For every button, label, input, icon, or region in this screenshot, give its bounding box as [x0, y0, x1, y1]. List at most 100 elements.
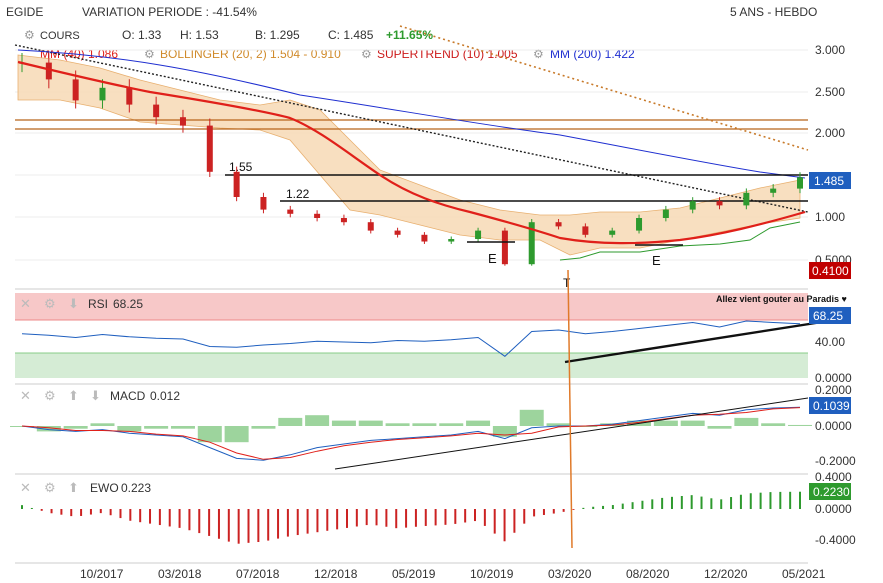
- gear-icon[interactable]: ⚙: [144, 47, 155, 61]
- gear-icon[interactable]: ⚙: [361, 47, 372, 61]
- arrow-down-icon[interactable]: ⬇: [90, 388, 101, 403]
- level-122-label: 1.22: [286, 187, 310, 201]
- candle: [421, 234, 428, 242]
- rsi-tick: 40.00: [815, 335, 845, 349]
- candle: [394, 230, 401, 235]
- close-value: C: 1.485: [328, 28, 374, 42]
- candle: [770, 188, 777, 193]
- legend-supertrend[interactable]: SUPERTREND (10) 1.005: [377, 47, 518, 61]
- arrow-up-icon[interactable]: ⬆: [68, 388, 79, 403]
- candle: [797, 177, 803, 189]
- price-badge-value: 1.485: [814, 174, 844, 188]
- candle: [126, 87, 133, 105]
- macd-title: MACD: [110, 389, 146, 403]
- ewo-title-value: 0.223: [121, 481, 151, 495]
- rsi-line: [21, 320, 801, 357]
- macd-hist-bar: [788, 424, 812, 426]
- x-tick-label: 07/2018: [236, 567, 280, 581]
- macd-line: [21, 406, 801, 461]
- candle: [260, 197, 267, 210]
- candle: [475, 230, 482, 239]
- legend-mm200[interactable]: MM (200) 1.422: [550, 47, 635, 61]
- e-right-label: E: [652, 253, 661, 268]
- arrow-down-icon[interactable]: ⬇: [68, 296, 79, 311]
- macd-tick: 0.2000: [815, 383, 852, 397]
- close-icon[interactable]: ✕: [20, 388, 31, 403]
- rsi-badge-value: 68.25: [813, 309, 843, 323]
- candle: [555, 222, 562, 227]
- x-tick-label: 03/2020: [548, 567, 592, 581]
- ewo-histogram: [21, 491, 801, 544]
- candle: [582, 226, 589, 235]
- macd-hist-bar: [251, 426, 276, 429]
- close-icon[interactable]: ✕: [20, 296, 31, 311]
- x-tick-label: 05/2021: [782, 567, 826, 581]
- macd-hist-bar: [305, 415, 330, 426]
- candle: [743, 192, 750, 206]
- macd-title-value: 0.012: [150, 389, 180, 403]
- close-icon[interactable]: ✕: [20, 480, 31, 495]
- macd-hist-bar: [63, 426, 88, 429]
- macd-hist-bar: [680, 420, 705, 426]
- ewo-title: EWO: [90, 481, 119, 495]
- x-tick-label: 12/2018: [314, 567, 358, 581]
- macd-hist-bar: [412, 423, 437, 426]
- x-tick-label: 10/2019: [470, 567, 514, 581]
- macd-tick: 0.0000: [815, 419, 852, 433]
- legend-cours[interactable]: COURS: [40, 30, 80, 42]
- legend-bollinger[interactable]: BOLLINGER (20, 2) 1.504 - 0.910: [160, 47, 341, 61]
- price-axis: 3.000 2.500 2.000 1.000 0.5000: [815, 43, 852, 267]
- rsi-oversold-zone: [15, 353, 808, 378]
- period-label: 5 ANS - HEBDO: [730, 5, 817, 19]
- low-badge-value: 0.4100: [812, 264, 849, 278]
- x-tick-label: 12/2020: [704, 567, 748, 581]
- macd-hist-bar: [278, 417, 303, 426]
- gear-icon[interactable]: ⚙: [533, 47, 544, 61]
- macd-hist-bar: [90, 423, 115, 426]
- macd-badge-value: 0.1039: [813, 399, 850, 413]
- change-value: +11.65%: [386, 28, 433, 42]
- x-tick-label: 05/2019: [392, 567, 436, 581]
- macd-hist-bar: [117, 426, 142, 432]
- gear-icon[interactable]: ⚙: [44, 388, 56, 403]
- chart-root: EGIDE VARIATION PERIODE : -41.54% 5 ANS …: [6, 5, 856, 581]
- ticker-label: EGIDE: [6, 5, 43, 19]
- macd-hist-bar: [385, 423, 410, 426]
- macd-hist-bar: [707, 426, 732, 429]
- candle: [340, 218, 347, 223]
- macd-trendline: [334, 397, 809, 470]
- macd-hist-bar: [170, 426, 195, 429]
- bollinger-band: [17, 54, 801, 256]
- x-axis: 10/2017 03/2018 07/2018 12/2018 05/2019 10/20…: [80, 567, 826, 581]
- gear-icon[interactable]: ⚙: [44, 480, 56, 495]
- candle: [206, 125, 213, 172]
- rsi-title-value: 68.25: [113, 297, 143, 311]
- candle: [99, 87, 106, 101]
- candle: [636, 218, 643, 231]
- gear-icon[interactable]: ⚙: [24, 28, 35, 42]
- ewo-tick: 0.0000: [815, 502, 852, 516]
- price-tick: 3.000: [815, 43, 845, 57]
- macd-hist-bar: [466, 420, 491, 426]
- macd-hist-bar: [653, 420, 678, 426]
- arrow-up-icon[interactable]: ⬆: [68, 480, 79, 495]
- candle: [287, 209, 294, 214]
- watermark-text: Allez vient gouter au Paradis ♥: [716, 294, 847, 304]
- orange-trendline: [399, 25, 809, 151]
- ewo-badge-value: 0.2230: [813, 485, 850, 499]
- ewo-tick: -0.4000: [815, 533, 856, 547]
- level-155-label: 1.55: [229, 160, 253, 174]
- x-tick-label: 10/2017: [80, 567, 124, 581]
- candle: [501, 230, 508, 265]
- macd-hist-bar: [761, 423, 786, 426]
- x-tick-label: 08/2020: [626, 567, 670, 581]
- variation-label: VARIATION PERIODE : -41.54%: [82, 5, 257, 19]
- open-value: O: 1.33: [122, 28, 162, 42]
- macd-hist-bar: [734, 417, 759, 426]
- gear-icon[interactable]: ⚙: [44, 296, 56, 311]
- macd-hist-bar: [331, 420, 356, 426]
- candle: [448, 239, 455, 242]
- ewo-tick: 0.4000: [815, 470, 852, 484]
- macd-hist-bar: [144, 426, 169, 429]
- candle: [314, 213, 321, 218]
